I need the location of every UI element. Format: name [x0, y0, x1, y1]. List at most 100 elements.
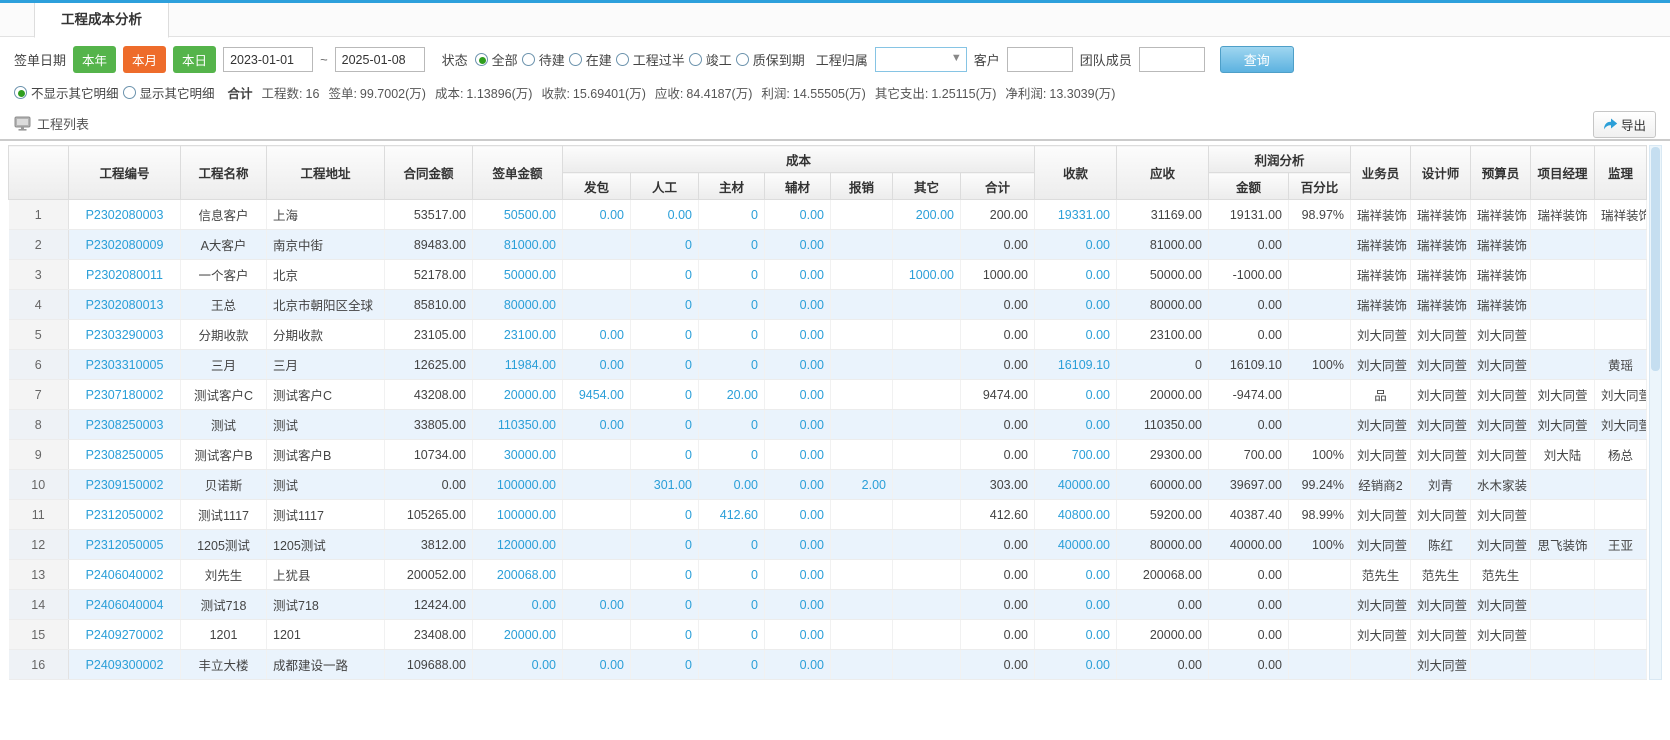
radio-icon — [522, 53, 535, 66]
team-member-input[interactable] — [1139, 47, 1205, 72]
project-code-link[interactable]: P2406040002 — [69, 560, 181, 590]
export-button[interactable]: 导出 — [1593, 111, 1656, 138]
scrollbar-thumb[interactable] — [1651, 147, 1660, 371]
estimator-cell: 刘大同萱 — [1471, 590, 1531, 620]
project-code-link[interactable]: P2308250005 — [69, 440, 181, 470]
salesman-cell: 刘大同萱 — [1351, 320, 1411, 350]
profit-percent-cell — [1289, 260, 1351, 290]
project-name-cell: 测试1117 — [181, 500, 267, 530]
tab-project-cost-analysis[interactable]: 工程成本分析 — [34, 3, 169, 38]
table-row: 12P23120500051205测试1205测试3812.00120000.0… — [9, 530, 1647, 560]
project-name-cell: 丰立大楼 — [181, 650, 267, 680]
project-code-link[interactable]: P2303290003 — [69, 320, 181, 350]
detail-radio-2[interactable]: 显示其它明细 — [123, 83, 215, 102]
profit-amount-cell: -9474.00 — [1209, 380, 1289, 410]
stat-value: 13.3039(万) — [1049, 87, 1115, 101]
chevron-down-icon: ▼ — [951, 52, 962, 64]
designer-cell: 刘大同萱 — [1411, 500, 1471, 530]
yingshou-cell: 20000.00 — [1117, 380, 1209, 410]
status-radio-4[interactable]: 工程过半 — [616, 50, 685, 69]
detail-radio-group: 不显示其它明细显示其它明细 — [14, 83, 219, 102]
cost-qita-cell — [893, 320, 961, 350]
project-code-link[interactable]: P2302080003 — [69, 200, 181, 230]
date-to-input[interactable] — [335, 47, 425, 72]
status-radio-6[interactable]: 质保到期 — [736, 50, 805, 69]
cost-fabao-cell: 0.00 — [563, 590, 631, 620]
detail-radio-1[interactable]: 不显示其它明细 — [14, 83, 119, 102]
cost-fucai-cell: 0.00 — [765, 650, 831, 680]
profit-percent-cell — [1289, 620, 1351, 650]
this-month-button[interactable]: 本月 — [123, 46, 166, 73]
estimator-cell: 刘大同萱 — [1471, 410, 1531, 440]
this-day-button[interactable]: 本日 — [173, 46, 216, 73]
sign-amount-cell: 100000.00 — [473, 470, 563, 500]
status-radio-3[interactable]: 在建 — [569, 50, 612, 69]
summary-stat: 应收:84.4187(万) — [655, 83, 753, 102]
customer-input[interactable] — [1007, 47, 1073, 72]
profit-amount-cell: 40387.40 — [1209, 500, 1289, 530]
col-cost-fucai: 辅材 — [765, 173, 831, 200]
stat-value: 1.25115(万) — [931, 87, 996, 101]
sign-amount-cell: 23100.00 — [473, 320, 563, 350]
col-group-cost: 成本 — [563, 146, 1035, 173]
project-address-cell: 测试718 — [267, 590, 385, 620]
yingshou-cell: 110350.00 — [1117, 410, 1209, 440]
project-code-link[interactable]: P2302080011 — [69, 260, 181, 290]
project-code-link[interactable]: P2303310005 — [69, 350, 181, 380]
profit-percent-cell: 100% — [1289, 530, 1351, 560]
sign-amount-cell: 50000.00 — [473, 260, 563, 290]
date-from-input[interactable] — [223, 47, 313, 72]
status-radio-1[interactable]: 全部 — [475, 50, 518, 69]
project-code-link[interactable]: P2406040004 — [69, 590, 181, 620]
project-code-link[interactable]: P2307180002 — [69, 380, 181, 410]
col-contract-amount: 合同金额 — [385, 146, 473, 200]
cost-total-cell: 0.00 — [961, 560, 1035, 590]
cost-zhucai-cell: 20.00 — [699, 380, 765, 410]
table-row: 3P2302080011一个客户北京52178.0050000.00000.00… — [9, 260, 1647, 290]
this-year-button[interactable]: 本年 — [73, 46, 116, 73]
supervisor-cell — [1595, 470, 1647, 500]
project-code-link[interactable]: P2302080009 — [69, 230, 181, 260]
summary-bar: 不显示其它明细显示其它明细 合计 工程数:16签单:99.7002(万)成本:1… — [0, 81, 1670, 110]
cost-qita-cell — [893, 560, 961, 590]
shoukuan-cell: 0.00 — [1035, 260, 1117, 290]
contract-amount-cell: 200052.00 — [385, 560, 473, 590]
contract-amount-cell: 105265.00 — [385, 500, 473, 530]
project-code-link[interactable]: P2309150002 — [69, 470, 181, 500]
cost-total-cell: 0.00 — [961, 350, 1035, 380]
cost-qita-cell — [893, 590, 961, 620]
stat-value: 1.13896(万) — [466, 87, 532, 101]
salesman-cell: 刘大同萱 — [1351, 500, 1411, 530]
cost-fabao-cell: 9454.00 — [563, 380, 631, 410]
salesman-cell: 瑞祥装饰 — [1351, 290, 1411, 320]
project-code-link[interactable]: P2409300002 — [69, 650, 181, 680]
cost-rengong-cell: 0 — [631, 530, 699, 560]
project-code-link[interactable]: P2302080013 — [69, 290, 181, 320]
cost-total-cell: 0.00 — [961, 530, 1035, 560]
status-radio-2[interactable]: 待建 — [522, 50, 565, 69]
salesman-cell: 瑞祥装饰 — [1351, 200, 1411, 230]
cost-total-cell: 1000.00 — [961, 260, 1035, 290]
cost-qita-cell — [893, 500, 961, 530]
project-address-cell: 南京中街 — [267, 230, 385, 260]
summary-total-label: 合计 — [228, 83, 253, 102]
table-scrollbar[interactable] — [1649, 145, 1662, 680]
project-code-link[interactable]: P2409270002 — [69, 620, 181, 650]
project-code-link[interactable]: P2312050005 — [69, 530, 181, 560]
profit-percent-cell: 100% — [1289, 350, 1351, 380]
profit-amount-cell: 0.00 — [1209, 590, 1289, 620]
project-code-link[interactable]: P2312050002 — [69, 500, 181, 530]
cost-rengong-cell: 0 — [631, 350, 699, 380]
yingshou-cell: 80000.00 — [1117, 530, 1209, 560]
summary-stat: 工程数:16 — [262, 83, 320, 102]
table-row: 11P2312050002测试1117测试1117105265.00100000… — [9, 500, 1647, 530]
project-address-cell: 测试客户C — [267, 380, 385, 410]
team-member-label: 团队成员 — [1080, 50, 1132, 69]
row-index-cell: 10 — [9, 470, 69, 500]
project-manager-cell — [1531, 590, 1595, 620]
project-code-link[interactable]: P2308250003 — [69, 410, 181, 440]
status-radio-5[interactable]: 竣工 — [689, 50, 732, 69]
search-button[interactable]: 查询 — [1220, 46, 1294, 73]
project-belong-select[interactable]: ▼ — [875, 47, 967, 72]
filter-bar: 签单日期 本年 本月 本日 ~ 状态 全部待建在建工程过半竣工质保到期 工程归属… — [0, 37, 1670, 81]
